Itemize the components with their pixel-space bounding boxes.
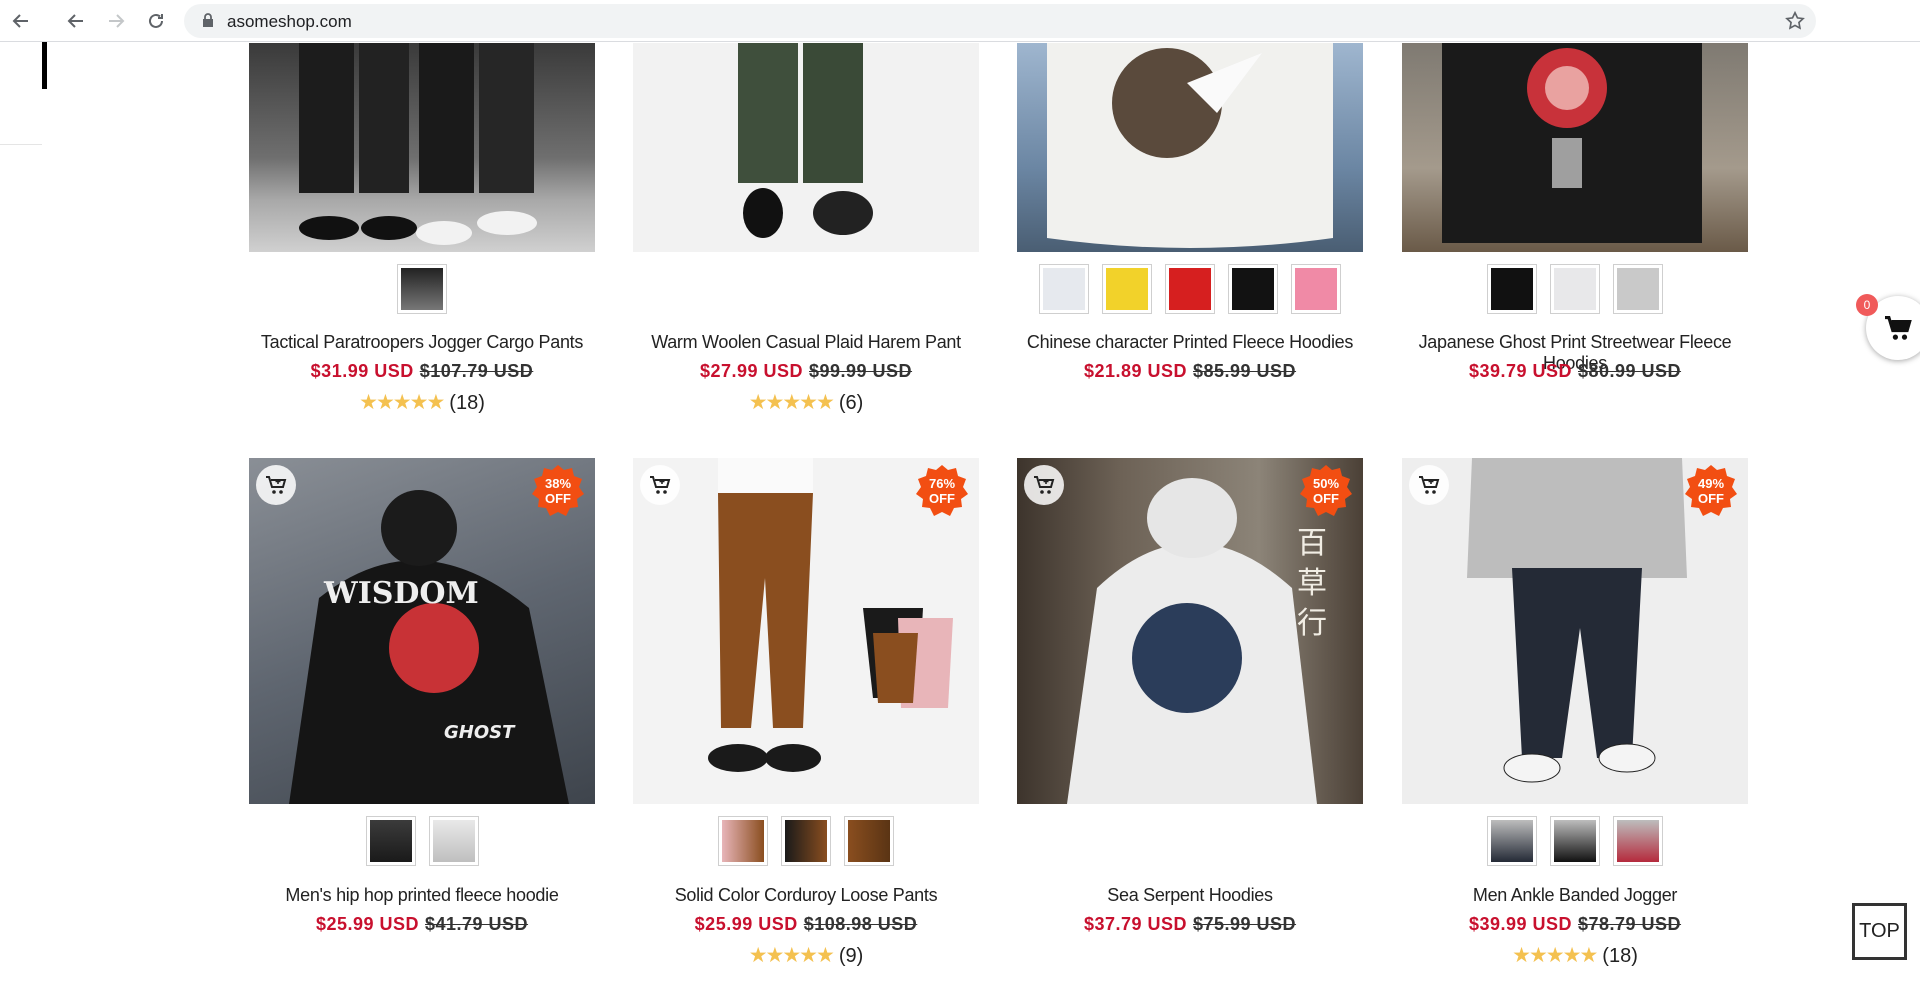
browser-toolbar: asomeshop.com bbox=[0, 0, 1920, 42]
svg-text:WISDOM: WISDOM bbox=[323, 576, 479, 611]
product-price: $39.79 USD $80.99 USD bbox=[1468, 361, 1682, 381]
product-price: $39.99 USD $78.79 USD bbox=[1468, 914, 1682, 934]
product-title[interactable]: Men's hip hop printed fleece hoodie bbox=[249, 885, 595, 906]
color-swatch[interactable] bbox=[1228, 264, 1278, 314]
forward-button[interactable] bbox=[102, 7, 130, 35]
product-image[interactable]: 百 草 行 50% OFF bbox=[1017, 458, 1363, 804]
color-swatches bbox=[1402, 264, 1748, 314]
svg-text:行: 行 bbox=[1297, 606, 1327, 641]
product-title[interactable]: Tactical Paratroopers Jogger Cargo Pants bbox=[249, 332, 595, 353]
add-to-cart-button[interactable] bbox=[1409, 465, 1449, 505]
product-rating: ★★★★★ (6) bbox=[748, 391, 864, 414]
product-image[interactable] bbox=[1402, 43, 1748, 252]
color-swatches bbox=[1017, 264, 1363, 314]
product-title[interactable]: Sea Serpent Hoodies bbox=[1017, 885, 1363, 906]
star-rating-icon: ★★★★★ bbox=[359, 391, 445, 414]
color-swatches bbox=[249, 816, 595, 866]
star-rating-icon: ★★★★★ bbox=[748, 391, 835, 414]
lock-icon bbox=[202, 13, 214, 33]
color-swatch[interactable] bbox=[718, 816, 768, 866]
discount-badge: 49% OFF bbox=[1684, 464, 1738, 518]
product-title[interactable]: Solid Color Corduroy Loose Pants bbox=[633, 885, 979, 906]
color-swatch[interactable] bbox=[1102, 264, 1152, 314]
color-swatch[interactable] bbox=[844, 816, 894, 866]
product-price: $37.79 USD $75.99 USD bbox=[1083, 914, 1297, 934]
color-swatch[interactable] bbox=[1613, 816, 1663, 866]
product-title[interactable]: Warm Woolen Casual Plaid Harem Pant bbox=[633, 332, 979, 353]
color-swatch[interactable] bbox=[397, 264, 447, 314]
color-swatches bbox=[633, 816, 979, 866]
product-rating: ★★★★★ (9) bbox=[748, 944, 864, 967]
cart-icon bbox=[1885, 316, 1912, 340]
reload-button[interactable] bbox=[142, 7, 170, 35]
product-price: $25.99 USD $108.98 USD bbox=[694, 914, 918, 934]
discount-badge: 50% OFF bbox=[1299, 464, 1353, 518]
star-rating-icon: ★★★★★ bbox=[748, 944, 835, 967]
cart-count-badge: 0 bbox=[1856, 294, 1878, 316]
star-rating-icon: ★★★★★ bbox=[1512, 944, 1598, 967]
add-to-cart-button[interactable] bbox=[640, 465, 680, 505]
add-to-cart-button[interactable] bbox=[1024, 465, 1064, 505]
color-swatch[interactable] bbox=[1039, 264, 1089, 314]
product-title[interactable]: Men Ankle Banded Jogger bbox=[1402, 885, 1748, 906]
product-price: $25.99 USD $41.79 USD bbox=[315, 914, 529, 934]
product-image[interactable]: 76% OFF bbox=[633, 458, 979, 804]
divider bbox=[0, 144, 42, 145]
color-swatch[interactable] bbox=[1487, 816, 1537, 866]
color-swatch[interactable] bbox=[1487, 264, 1537, 314]
color-swatch[interactable] bbox=[1613, 264, 1663, 314]
url-text: asomeshop.com bbox=[227, 12, 352, 31]
menu-toggle[interactable] bbox=[42, 42, 47, 89]
product-rating: ★★★★★ (18) bbox=[1512, 944, 1638, 967]
product-price: $31.99 USD $107.79 USD bbox=[310, 361, 534, 381]
color-swatch[interactable] bbox=[781, 816, 831, 866]
product-image[interactable]: WISDOM GHOST 38% OFF bbox=[249, 458, 595, 804]
svg-text:GHOST: GHOST bbox=[444, 722, 516, 743]
color-swatches bbox=[1402, 816, 1748, 866]
product-image[interactable] bbox=[633, 43, 979, 252]
product-image[interactable]: 49% OFF bbox=[1402, 458, 1748, 804]
back-to-top-button[interactable]: TOP bbox=[1852, 903, 1907, 960]
product-image[interactable] bbox=[249, 43, 595, 252]
svg-text:百: 百 bbox=[1297, 526, 1327, 561]
product-title[interactable]: Chinese character Printed Fleece Hoodies bbox=[1017, 332, 1363, 353]
add-to-cart-button[interactable] bbox=[256, 465, 296, 505]
color-swatch[interactable] bbox=[1291, 264, 1341, 314]
address-bar[interactable]: asomeshop.com bbox=[184, 4, 1816, 38]
product-rating: ★★★★★ (18) bbox=[359, 391, 485, 414]
color-swatches bbox=[249, 264, 595, 314]
svg-text:草: 草 bbox=[1297, 566, 1327, 601]
product-price: $27.99 USD $99.99 USD bbox=[699, 361, 913, 381]
product-price: $21.89 USD $85.99 USD bbox=[1083, 361, 1297, 381]
discount-badge: 38% OFF bbox=[531, 464, 585, 518]
color-swatch[interactable] bbox=[1550, 816, 1600, 866]
color-swatch[interactable] bbox=[1165, 264, 1215, 314]
back-button[interactable] bbox=[62, 7, 90, 35]
color-swatch[interactable] bbox=[1550, 264, 1600, 314]
discount-badge: 76% OFF bbox=[915, 464, 969, 518]
back-icon[interactable] bbox=[7, 7, 35, 35]
bookmark-star-icon[interactable] bbox=[1784, 10, 1806, 37]
color-swatch[interactable] bbox=[365, 816, 416, 866]
product-image[interactable] bbox=[1017, 43, 1363, 252]
color-swatch[interactable] bbox=[428, 816, 479, 866]
